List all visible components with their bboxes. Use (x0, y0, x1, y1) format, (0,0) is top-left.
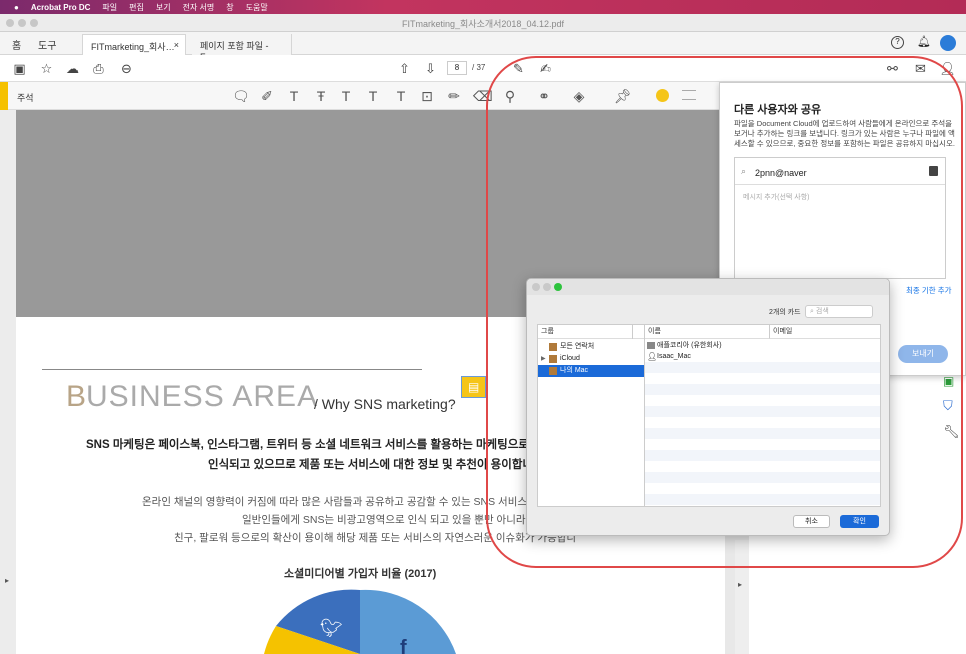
zoom-search-icon[interactable]: ⊖ (118, 60, 135, 77)
strikethrough-icon[interactable]: Ŧ (313, 88, 329, 104)
window-title: FITmarketing_회사소개서2018_04.12.pdf (402, 19, 564, 29)
tools-tab[interactable]: 도구 (38, 37, 56, 52)
add-text-icon[interactable]: T (393, 88, 409, 104)
help-icon[interactable]: ? (891, 36, 904, 49)
document-tab-active[interactable]: FITmarketing_회사… × (82, 34, 186, 55)
expand-left-panel-icon[interactable]: ▸ (5, 576, 9, 585)
account-avatar[interactable] (940, 35, 956, 51)
facebook-icon: f (400, 637, 407, 654)
collapse-panel-icon[interactable]: ▸ (738, 580, 742, 589)
close-tab-icon[interactable]: × (174, 40, 179, 50)
menu-help[interactable]: 도움말 (246, 2, 268, 13)
document-tab[interactable]: 페이지 포함 파일 - F… (192, 34, 292, 62)
app-menu[interactable]: Acrobat Pro DC (31, 3, 91, 12)
heading-initial: B (66, 380, 88, 413)
body-line-2: 일반인들에게 SNS는 비광고영역으로 인식 되고 있을 뿐만 아니라 (242, 514, 526, 526)
subheading: / Why SNS marketing? (314, 396, 456, 412)
heading-text: USINESS AREA (86, 380, 319, 413)
highlight-icon[interactable]: ✐ (259, 88, 275, 105)
twitter-bird-icon: 🐦︎ (320, 618, 343, 639)
pencil-icon[interactable]: ✏ (446, 88, 462, 105)
heading-rule (42, 369, 422, 370)
highlight-annotation-ring (486, 56, 963, 568)
upload-cloud-icon[interactable]: ☁ (64, 60, 81, 77)
text-box-icon[interactable]: ⊡ (419, 88, 435, 105)
underline-text-icon[interactable]: T (286, 88, 302, 104)
pie-chart-image: 🐦︎ f (264, 589, 456, 654)
print-icon[interactable]: ⎙ (90, 60, 107, 77)
apple-menu-icon[interactable]: ● (14, 3, 19, 12)
body-bold-line-2: 인식되고 있으므로 제품 또는 서비스에 대한 정보 및 추천이 용이합니 (208, 459, 533, 471)
menu-window[interactable]: 창 (226, 2, 233, 13)
page-number-input[interactable]: 8 (447, 61, 467, 75)
document-tab-label: FITmarketing_회사… (91, 42, 175, 52)
sticky-note-icon[interactable]: 🗨︎ (232, 88, 250, 105)
menu-file[interactable]: 파일 (102, 2, 117, 13)
insert-text-icon[interactable]: T (365, 88, 381, 104)
tab-row: 홈 도구 FITmarketing_회사… × 페이지 포함 파일 - F… ?… (0, 32, 966, 62)
page-total: / 37 (472, 63, 486, 72)
comment-tool-indicator (0, 82, 8, 110)
comment-toolbar-label: 주석 (17, 93, 34, 103)
bell-icon[interactable]: 🔔︎ (917, 35, 931, 48)
comment-note-icon[interactable]: ▤ (461, 376, 486, 398)
mac-menubar: ● Acrobat Pro DC 파일 편집 보기 전자 서명 창 도움말 (0, 0, 966, 14)
menu-edit[interactable]: 편집 (129, 2, 144, 13)
chart-title: 소셜미디어별 가입자 비율 (2017) (284, 568, 437, 580)
home-tab[interactable]: 홈 (12, 37, 21, 52)
replace-text-icon[interactable]: T (338, 88, 354, 104)
menu-sign[interactable]: 전자 서명 (183, 2, 215, 13)
prev-page-icon[interactable]: ⇧ (396, 60, 413, 77)
left-panel-strip: ▸ (0, 110, 16, 654)
pie-slice-facebook (360, 589, 456, 654)
body-bold-line-1: SNS 마케팅은 페이스북, 인스타그램, 트위터 등 소셜 네트워크 서비스를… (86, 439, 546, 451)
save-icon[interactable]: ▣ (11, 60, 28, 77)
window-titlebar: FITmarketing_회사소개서2018_04.12.pdf (0, 14, 966, 32)
speech-bubble-icon: ▤ (468, 380, 480, 394)
next-page-icon[interactable]: ⇩ (422, 60, 439, 77)
star-icon[interactable]: ☆ (38, 60, 55, 77)
menu-view[interactable]: 보기 (156, 2, 171, 13)
